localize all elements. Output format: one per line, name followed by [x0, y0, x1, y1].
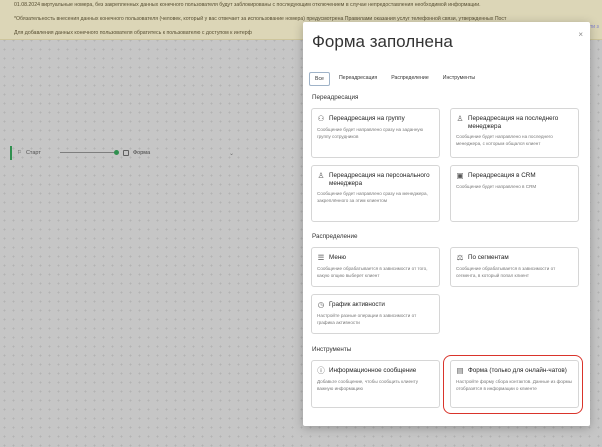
segments-icon: ⚖	[456, 253, 464, 262]
section-title-distribution: Распределение	[312, 233, 358, 240]
clock-icon: ◷	[317, 300, 325, 309]
card-title: Меню	[329, 254, 347, 261]
card-title: По сегментам	[468, 254, 509, 261]
modal-title: Форма заполнена	[312, 32, 453, 51]
close-icon[interactable]: ×	[578, 30, 583, 39]
tab-all[interactable]: Все	[309, 72, 330, 86]
form-icon: ▤	[456, 366, 464, 375]
card-description: Настройте форму сбора контактов. Данные …	[456, 379, 572, 391]
user-check-icon: ♙	[317, 171, 325, 180]
card-title: График активности	[329, 301, 385, 308]
card-description: Сообщение будет направлено в CRM	[456, 184, 537, 189]
card-description: Сообщение будет направлено сразу на зада…	[317, 127, 424, 139]
card-menu[interactable]: ☰ Меню Сообщение обрабатывается в зависи…	[311, 247, 440, 287]
card-title: Переадресация на последнего менеджера	[468, 115, 559, 130]
banner-link-fragment[interactable]: ти з	[590, 24, 602, 32]
tab-distribution[interactable]: Распределение	[386, 72, 434, 86]
card-title: Переадресация в CRM	[468, 172, 536, 179]
tab-redirect[interactable]: Переадресация	[334, 72, 382, 86]
info-message-icon: ⓘ	[317, 366, 325, 375]
card-description: Настройте разные операции в зависимости …	[317, 313, 417, 325]
card-form-online-chats[interactable]: ▤ Форма (только для онлайн-чатов) Настро…	[450, 360, 579, 408]
filter-tabs: Все Переадресация Распределение Инструме…	[309, 72, 480, 86]
card-info-message[interactable]: ⓘ Информационное сообщение Добавьте сооб…	[311, 360, 440, 408]
card-description: Добавьте сообщение, чтобы сообщить клиен…	[317, 379, 419, 391]
section-title-redirect: Переадресация	[312, 94, 359, 101]
user-icon: ♙	[456, 114, 464, 123]
section-title-tools: Инструменты	[312, 346, 352, 353]
card-redirect-group[interactable]: ⚇ Переадресация на группу Сообщение буде…	[311, 108, 440, 158]
card-segments[interactable]: ⚖ По сегментам Сообщение обрабатывается …	[450, 247, 579, 287]
users-icon: ⚇	[317, 114, 325, 123]
tab-tools[interactable]: Инструменты	[438, 72, 480, 86]
card-title: Переадресация на персонального менеджера	[329, 172, 430, 187]
card-description: Сообщение будет направлено сразу на мене…	[317, 191, 428, 203]
card-description: Сообщение будет направлено на последнего…	[456, 134, 553, 146]
action-picker-modal: Форма заполнена × Все Переадресация Расп…	[303, 22, 590, 426]
menu-icon: ☰	[317, 253, 325, 262]
card-title: Переадресация на группу	[329, 115, 405, 122]
card-schedule[interactable]: ◷ График активности Настройте разные опе…	[311, 294, 440, 334]
card-title: Форма (только для онлайн-чатов)	[468, 367, 567, 374]
card-redirect-personal-manager[interactable]: ♙ Переадресация на персонального менедже…	[311, 165, 440, 222]
card-description: Сообщение обрабатывается в зависимости о…	[456, 266, 556, 278]
crm-icon: ▣	[456, 171, 464, 180]
card-title: Информационное сообщение	[329, 367, 417, 374]
card-redirect-last-manager[interactable]: ♙ Переадресация на последнего менеджера …	[450, 108, 579, 158]
card-redirect-crm[interactable]: ▣ Переадресация в CRM Сообщение будет на…	[450, 165, 579, 222]
card-description: Сообщение обрабатывается в зависимости о…	[317, 266, 428, 278]
